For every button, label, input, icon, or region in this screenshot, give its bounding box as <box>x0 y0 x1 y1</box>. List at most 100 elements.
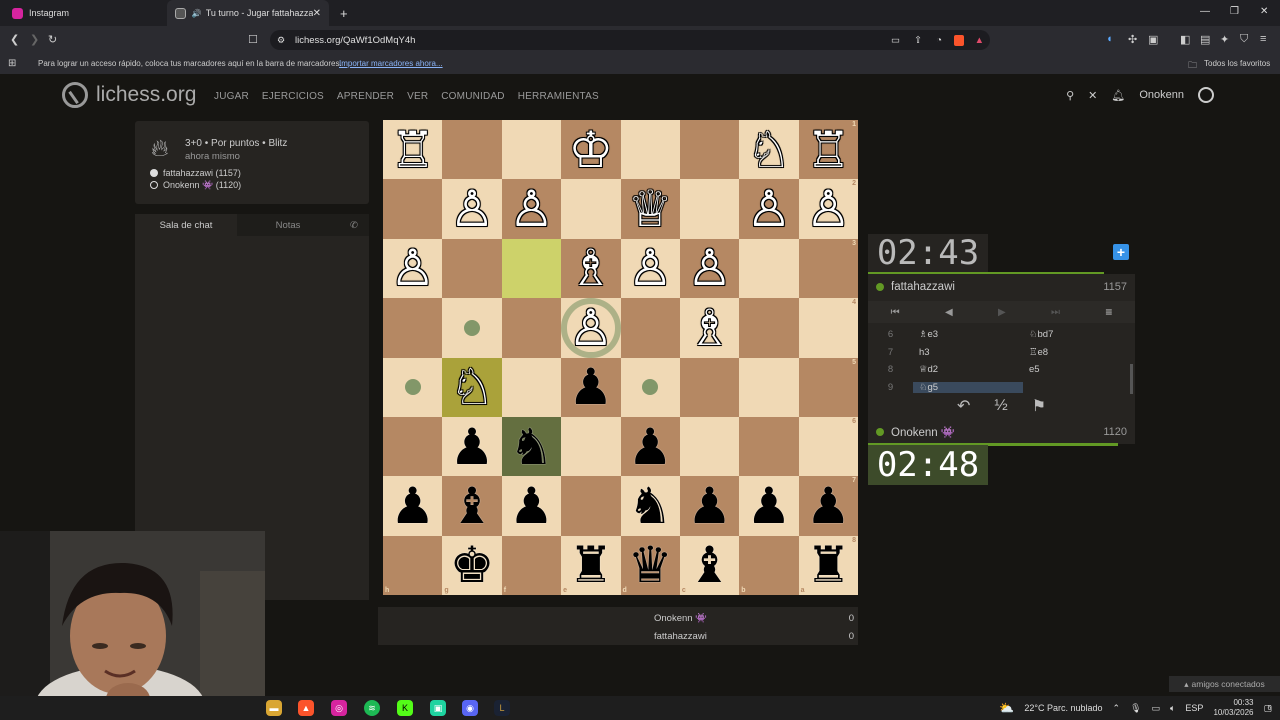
board-square[interactable] <box>383 416 443 477</box>
chess-piece[interactable]: ♖ <box>390 125 435 175</box>
board-square[interactable]: ♚ g <box>442 535 502 595</box>
board-square[interactable]: ♟ <box>442 416 502 477</box>
add-time-button[interactable]: + <box>1113 244 1129 260</box>
board-square[interactable]: 6 <box>798 416 858 477</box>
league-of-legends-icon[interactable]: L <box>494 700 510 716</box>
black-player[interactable]: Onokenn 👾 (1120) <box>163 180 241 191</box>
board-square[interactable]: ♗ <box>561 238 621 299</box>
chess-board[interactable]: ♖ ♔ ♘ ♖ 1 ♙ ♙ ♕ ♙ ♙ 2 ♙ ♗ ♙ ♙ 3 ♙ ♗ 4 ♘ ♟ 5 ♟ ♞ ♟ 6 ♟ ♝ ♟ ♞ ♟ ♟ ♟ 7 h ♚ g f ♜ e… <box>383 120 858 595</box>
board-square[interactable]: ♙ <box>561 298 621 358</box>
spotify-icon[interactable]: ≋ <box>364 700 380 716</box>
brave-rewards-icon[interactable]: ▲ <box>975 35 984 46</box>
vpn-icon[interactable]: ⛉ <box>1240 33 1248 46</box>
black-move[interactable]: ♘bd7 <box>1023 329 1123 340</box>
chess-piece[interactable]: ♞ <box>628 481 673 531</box>
last-move-icon[interactable]: ⏭ <box>1051 307 1060 318</box>
board-square[interactable]: ♙ <box>383 238 443 299</box>
board-square[interactable]: ♝ c <box>679 535 740 595</box>
chess-piece[interactable]: ♛ <box>628 540 673 590</box>
resign-flag-icon[interactable]: ⚑ <box>1032 396 1046 416</box>
board-square[interactable]: ♘ <box>739 120 799 180</box>
prev-move-icon[interactable]: ◀ <box>945 307 953 318</box>
nav-learn[interactable]: APRENDER <box>337 91 394 102</box>
close-tab-icon[interactable]: ✕ <box>313 8 321 19</box>
self-name[interactable]: Onokenn 👾 <box>891 425 955 439</box>
import-bookmarks-link[interactable]: Importar marcadores ahora... <box>339 59 443 68</box>
new-tab-button[interactable]: + <box>332 0 356 26</box>
nav-puzzles[interactable]: EJERCICIOS <box>262 91 324 102</box>
first-move-icon[interactable]: ⏮ <box>891 307 900 318</box>
board-square[interactable]: ♞ <box>501 416 562 477</box>
username[interactable]: Onokenn <box>1139 89 1184 101</box>
nav-play[interactable]: JUGAR <box>214 91 249 102</box>
app-icon[interactable]: ▣ <box>430 700 446 716</box>
board-square[interactable]: ♜ 8 a <box>798 535 858 595</box>
board-square[interactable]: f <box>501 535 562 595</box>
instagram-icon[interactable]: ◎ <box>331 700 347 716</box>
board-square[interactable]: ♙ <box>679 238 740 299</box>
board-square[interactable]: 5 <box>798 357 858 417</box>
move-hint-dot[interactable] <box>404 379 421 396</box>
menu-icon[interactable]: ≡ <box>1105 305 1112 319</box>
ai-icon[interactable]: ✦ <box>1220 33 1229 46</box>
brave-shields-icon[interactable] <box>954 34 964 46</box>
chess-piece[interactable]: ♚ <box>450 540 495 590</box>
share-icon[interactable]: ⇪ <box>914 35 922 46</box>
board-square[interactable] <box>679 179 740 239</box>
phone-icon[interactable]: ✆ <box>339 214 369 236</box>
tab-chat[interactable]: Sala de chat <box>135 214 237 236</box>
chess-piece[interactable]: ♙ <box>806 184 851 234</box>
chess-piece[interactable]: ♙ <box>450 184 495 234</box>
board-square[interactable]: ♟ <box>501 476 562 536</box>
forward-icon[interactable]: ❯ <box>30 33 39 46</box>
board-square[interactable]: ♙ <box>501 179 562 239</box>
tab-instagram[interactable]: Instagram <box>4 0 164 26</box>
brave-icon[interactable]: ▲ <box>298 700 314 716</box>
address-bar[interactable]: ⚙ lichess.org/QaWf1OdMqY4h ▭ ⇪ ◔ ▲ <box>270 30 990 50</box>
board-square[interactable] <box>679 120 740 180</box>
board-square[interactable] <box>501 298 562 358</box>
language[interactable]: ESP <box>1185 703 1203 713</box>
board-square[interactable]: ♙ <box>620 238 680 299</box>
move-list-scrollbar[interactable] <box>1130 364 1133 394</box>
weather-text[interactable]: 22°C Parc. nublado <box>1024 703 1102 713</box>
nav-community[interactable]: COMUNIDAD <box>441 91 504 102</box>
back-icon[interactable]: ❮ <box>10 33 19 46</box>
black-move[interactable]: ♖e8 <box>1023 347 1123 358</box>
microphone-icon[interactable]: 🎙︎ <box>1130 703 1141 714</box>
board-square[interactable] <box>620 120 680 180</box>
board-square[interactable] <box>442 298 502 358</box>
board-square[interactable]: ♟ <box>620 416 680 477</box>
chess-piece[interactable]: ♞ <box>509 422 554 472</box>
board-square[interactable]: ♟ <box>383 476 443 536</box>
volume-icon[interactable]: 🔈︎ <box>1170 703 1175 714</box>
board-square[interactable] <box>561 476 621 536</box>
chess-piece[interactable]: ♟ <box>509 481 554 531</box>
close-window-icon[interactable]: ✕ <box>1260 6 1268 17</box>
site-logo[interactable]: lichess.org <box>62 82 196 108</box>
board-square[interactable] <box>501 238 562 299</box>
chess-piece[interactable]: ♟ <box>687 481 732 531</box>
tab-manager-icon[interactable]: ▣ <box>1148 33 1158 46</box>
chess-piece[interactable]: ♙ <box>687 243 732 293</box>
board-square[interactable] <box>620 357 680 417</box>
search-icon[interactable]: ⚲ <box>1066 89 1074 102</box>
board-square[interactable]: ♛ d <box>620 535 680 595</box>
board-square[interactable] <box>739 416 799 477</box>
extensions-icon[interactable]: ✣ <box>1128 33 1137 46</box>
notifications-icon[interactable]: ▢ 6 <box>1263 703 1272 714</box>
notifications-bell-icon[interactable]: 🔔︎ <box>1111 89 1125 102</box>
rss-icon[interactable]: ◔ <box>936 35 942 46</box>
chess-piece[interactable]: ♟ <box>628 422 673 472</box>
board-square[interactable]: ♟ <box>679 476 740 536</box>
tray-chevron-icon[interactable]: ⌃ <box>1113 703 1121 714</box>
chess-piece[interactable]: ♝ <box>687 540 732 590</box>
site-settings-icon[interactable]: ⚙ <box>277 35 285 46</box>
white-move[interactable]: ♘g5 <box>913 381 1023 393</box>
friends-online[interactable]: ▴ amigos conectados <box>1169 676 1280 692</box>
board-square[interactable]: ♟ <box>739 476 799 536</box>
board-square[interactable]: 3 <box>798 238 858 299</box>
board-square[interactable]: ♕ <box>620 179 680 239</box>
board-square[interactable]: h <box>383 535 443 595</box>
white-move[interactable]: h3 <box>913 347 1023 358</box>
